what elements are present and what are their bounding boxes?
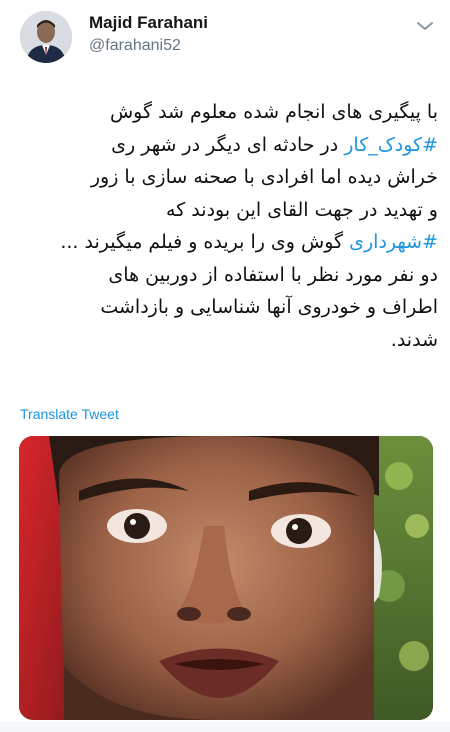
tweet-menu-button[interactable] <box>414 18 436 34</box>
translate-tweet-link[interactable]: Translate Tweet <box>20 406 119 422</box>
tweet-media-image[interactable] <box>19 436 433 720</box>
tweet-text-segment: گوش وی را بریده و فیلم میگیرند ... <box>60 231 350 253</box>
tweet-text-segment: شدند. <box>390 328 438 351</box>
tweet-text-segment: با پیگیری های انجام شده معلوم شد گوش <box>109 101 438 123</box>
bottom-divider <box>0 722 450 732</box>
hashtag-link[interactable]: #کودک_کار <box>344 134 438 156</box>
author-display-name[interactable]: Majid Farahani <box>89 13 208 33</box>
tweet-photo <box>19 436 433 720</box>
tweet-text-line: خراش دیده اما افرادی با صحنه سازی با زور <box>14 161 438 194</box>
author-avatar[interactable] <box>20 11 72 63</box>
author-handle[interactable]: @farahani52 <box>89 37 181 55</box>
user-avatar-icon <box>20 11 72 63</box>
chevron-down-icon <box>417 22 433 30</box>
tweet-text-segment: در حادثه ای دیگر در شهر ری <box>111 133 345 156</box>
tweet-header: Majid Farahani @farahani52 <box>0 0 450 80</box>
tweet-text-segment: خراش دیده اما افرادی با صحنه سازی با زور <box>90 166 438 188</box>
tweet-text-segment: و تهدید در جهت القای این بودند که <box>166 198 438 221</box>
tweet-text-line: دو نفر مورد نظر با استفاده از دوربین های <box>14 259 438 292</box>
tweet-text-line: #شهرداری گوش وی را بریده و فیلم میگیرند … <box>14 226 438 259</box>
tweet-text-line: با پیگیری های انجام شده معلوم شد گوش <box>14 96 438 129</box>
hashtag-link[interactable]: #شهرداری <box>349 231 438 253</box>
tweet-text-line: #کودک_کار در حادثه ای دیگر در شهر ری <box>14 129 438 162</box>
tweet-text-line: شدند. <box>14 324 438 357</box>
tweet-text-line: و تهدید در جهت القای این بودند که <box>14 194 438 227</box>
tweet-text-segment: دو نفر مورد نظر با استفاده از دوربین های <box>108 263 438 286</box>
tweet-body: با پیگیری های انجام شده معلوم شد گوش #کود… <box>14 96 438 356</box>
tweet-text-segment: اطراف و خودروی آنها شناسایی و بازداشت <box>100 296 438 318</box>
tweet-text-line: اطراف و خودروی آنها شناسایی و بازداشت <box>14 291 438 324</box>
